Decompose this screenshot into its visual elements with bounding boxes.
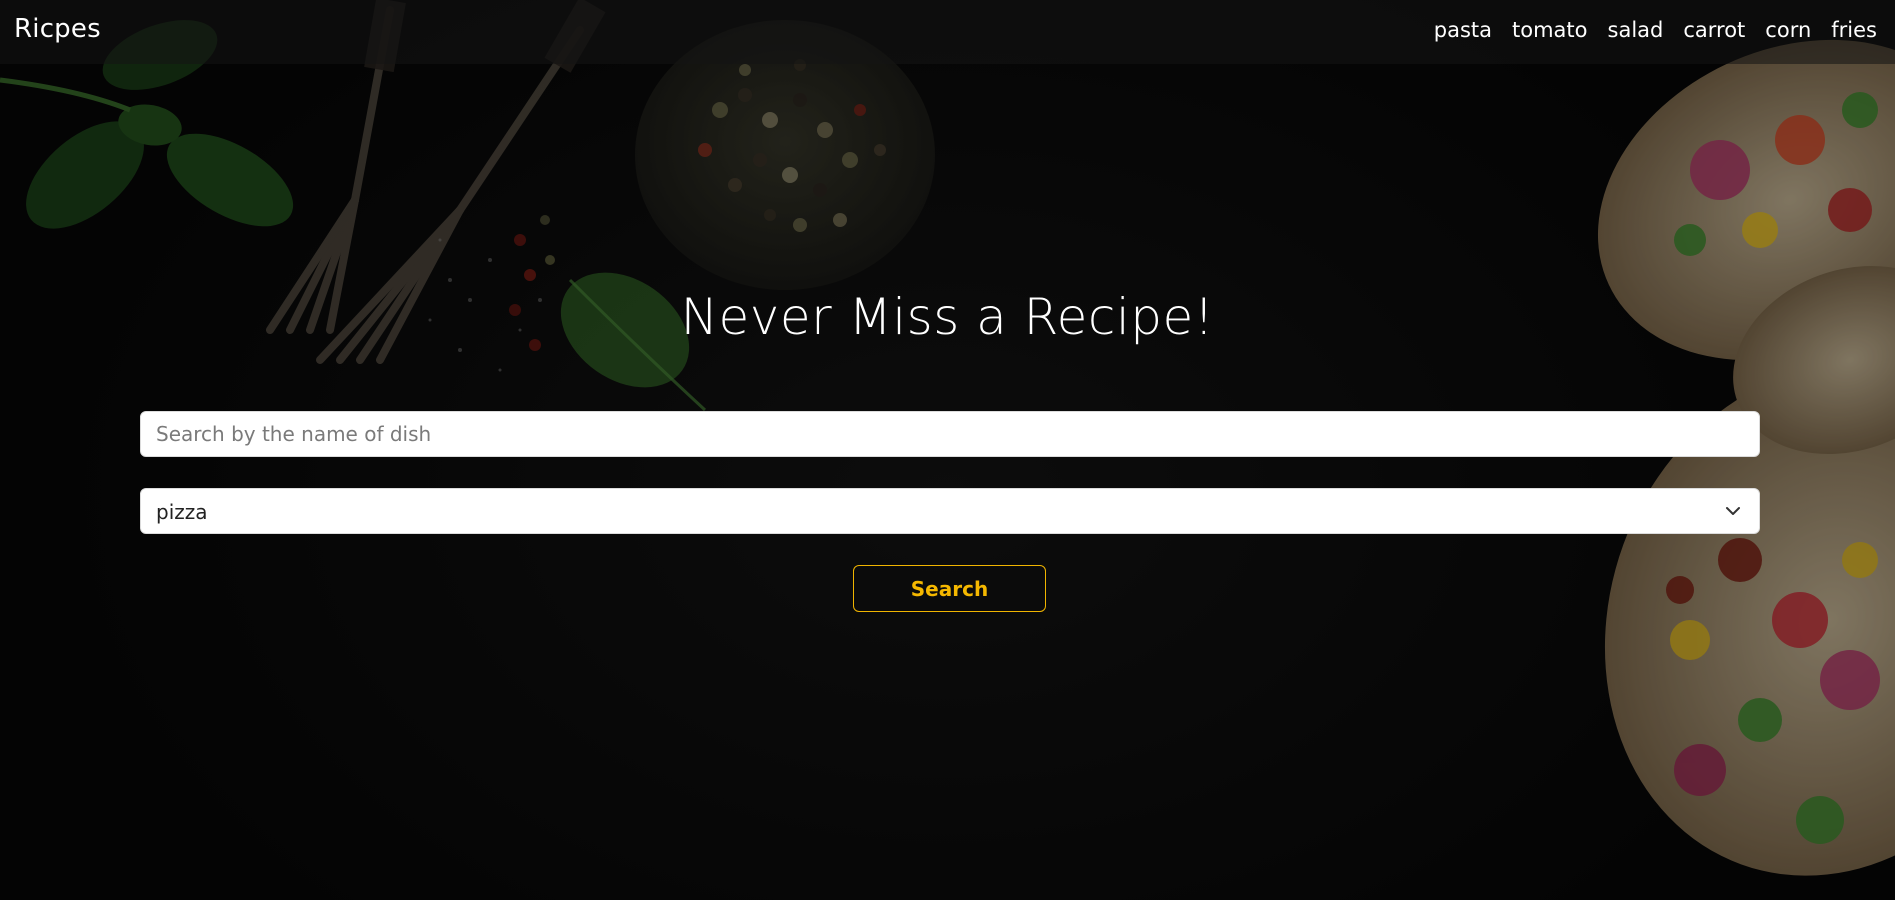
chevron-down-icon <box>1726 507 1740 515</box>
search-button[interactable]: Search <box>853 565 1046 612</box>
page: Ricpes pasta tomato salad carrot corn fr… <box>0 0 1895 900</box>
nav-link-fries[interactable]: fries <box>1831 18 1877 42</box>
navbar: Ricpes pasta tomato salad carrot corn fr… <box>0 0 1895 64</box>
category-select-value: pizza <box>156 500 208 524</box>
hero-title: Never Miss a Recipe! <box>680 288 1215 346</box>
brand-logo-link[interactable]: Ricpes <box>14 14 101 44</box>
nav-link-pasta[interactable]: pasta <box>1434 18 1492 42</box>
category-select[interactable]: pizza <box>140 488 1760 534</box>
nav-link-corn[interactable]: corn <box>1765 18 1811 42</box>
nav-links: pasta tomato salad carrot corn fries <box>1434 18 1877 42</box>
nav-link-carrot[interactable]: carrot <box>1683 18 1745 42</box>
nav-link-tomato[interactable]: tomato <box>1512 18 1588 42</box>
nav-link-salad[interactable]: salad <box>1608 18 1664 42</box>
dish-search-input[interactable] <box>140 411 1760 457</box>
